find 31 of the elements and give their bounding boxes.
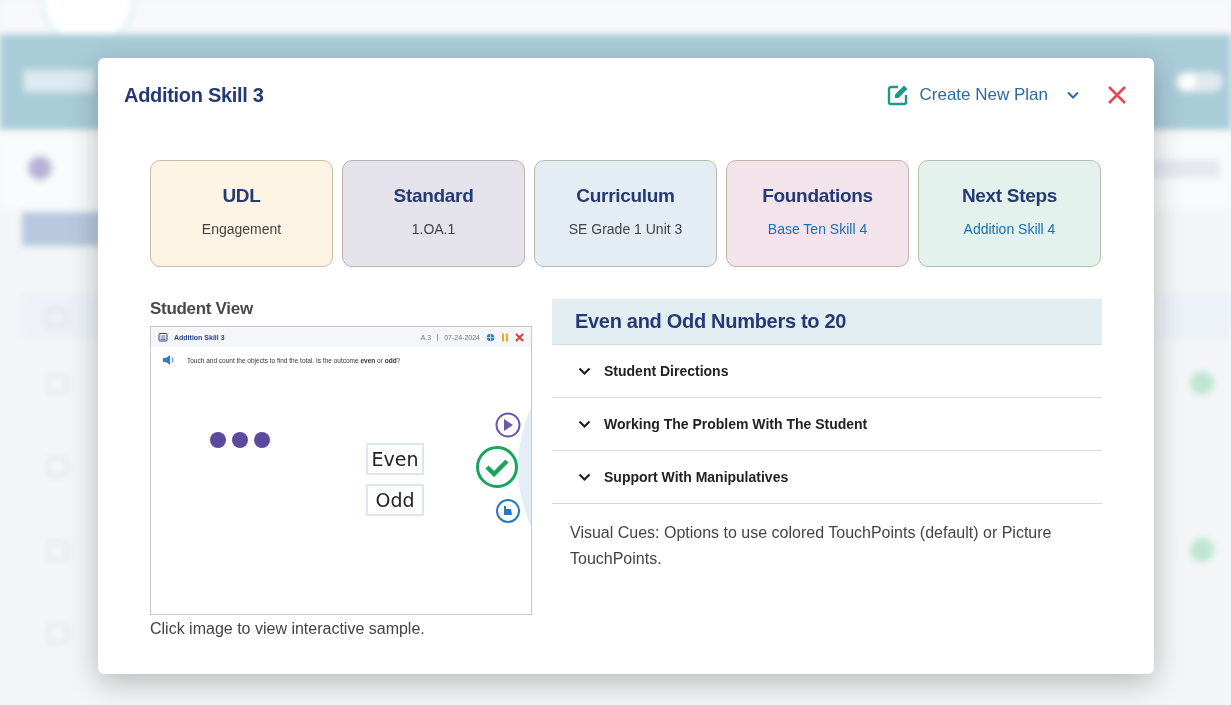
answer-choice[interactable]: Odd bbox=[366, 484, 424, 516]
globe-icon bbox=[486, 332, 495, 342]
card-title: Next Steps bbox=[961, 185, 1058, 207]
close-icon bbox=[515, 332, 524, 342]
lesson-title: Even and Odd Numbers to 20 bbox=[552, 299, 1102, 345]
lesson-note: Visual Cues: Options to use colored TouchPoints (default) or Picture TouchPoints. bbox=[569, 523, 1053, 569]
chevron-down-icon bbox=[578, 366, 591, 376]
divider-line bbox=[437, 333, 439, 341]
close-button[interactable] bbox=[1106, 84, 1128, 106]
modal-title: Addition Skill 3 bbox=[124, 83, 265, 107]
card-title: UDL bbox=[222, 185, 261, 207]
edit-icon bbox=[887, 84, 910, 106]
create-plan-button[interactable]: Create New Plan bbox=[887, 84, 1080, 106]
answer-choice[interactable]: Even bbox=[366, 443, 424, 475]
card-link[interactable]: Base Ten Skill 4 bbox=[767, 221, 868, 237]
pause-icon bbox=[501, 332, 509, 342]
chevron-down-icon bbox=[578, 472, 591, 482]
section-label: Student View bbox=[150, 299, 254, 319]
card-title: Standard bbox=[393, 185, 474, 207]
card-title: Curriculum bbox=[576, 185, 675, 207]
close-icon bbox=[1106, 84, 1128, 106]
card-link[interactable]: Addition Skill 4 bbox=[963, 221, 1056, 237]
chevron-down-icon bbox=[578, 419, 591, 429]
calendar-icon bbox=[158, 332, 168, 342]
speaker-icon bbox=[163, 355, 175, 365]
card-value: Engagement bbox=[201, 221, 282, 237]
card-value: 1.OA.1 bbox=[411, 221, 456, 237]
card-value: SE Grade 1 Unit 3 bbox=[568, 221, 683, 237]
counters-drawing bbox=[209, 431, 271, 449]
preview-caption: Click image to view interactive sample. bbox=[150, 620, 426, 638]
card-title: Foundations bbox=[762, 185, 873, 207]
